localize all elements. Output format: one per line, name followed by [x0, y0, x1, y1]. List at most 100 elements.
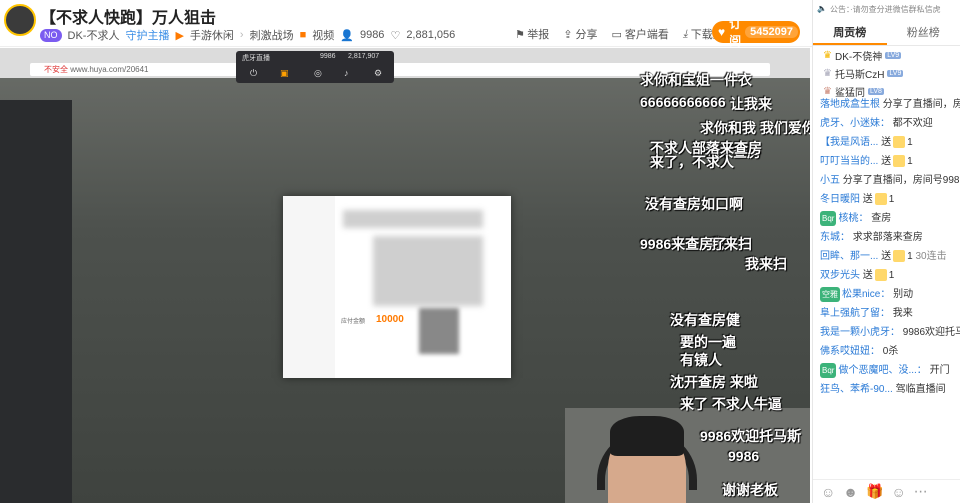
- danmaku-comment: 有镜人: [680, 352, 722, 368]
- heart-icon: ♥: [718, 25, 726, 39]
- streamer-hair: [610, 416, 684, 456]
- chat-text: 送: [878, 137, 892, 148]
- chat-text: 分享了直播间，房间号9986，: [842, 175, 960, 186]
- chat-user[interactable]: 我是一颗小虎牙：: [820, 327, 900, 338]
- stat-fans: 2,881,056: [406, 29, 456, 41]
- face-icon[interactable]: ☺: [891, 484, 905, 500]
- more-icon[interactable]: ⋯: [914, 483, 928, 500]
- gift-icon: [893, 250, 906, 263]
- rank-row[interactable]: ♛ 托马斯CzH LV9: [813, 64, 960, 82]
- chat-user[interactable]: 阜上强航了留：: [820, 308, 890, 319]
- chat-user[interactable]: 东城：: [820, 232, 850, 243]
- chat-user[interactable]: 狂鸟、苯希-90...: [820, 384, 893, 395]
- chat-user[interactable]: 虎牙、小迷妹：: [820, 118, 890, 129]
- emoji-icon[interactable]: ☺: [821, 484, 835, 500]
- category-link[interactable]: 手游休闲: [190, 27, 234, 43]
- chat-message: 落地成盒生根 分享了直播间，房间主播: [813, 95, 960, 114]
- danmaku-comment: 我来扫: [745, 256, 787, 272]
- subscribe-label: 订阅: [729, 17, 742, 48]
- notice-text: 公告：·请勿查分进微信群私信虎: [829, 5, 941, 14]
- chat-text: 0杀: [880, 346, 899, 357]
- danmaku-comment: 没有查房健: [670, 312, 740, 328]
- subscribe-count: 5452097: [745, 26, 798, 38]
- crown-icon: ♛: [823, 49, 832, 61]
- rank-list: ♛ DK-不侥神 LV9 ♛ 托马斯CzH LV9 ♛ 鲨猛同 LV8: [813, 46, 960, 100]
- users-icon: 👤: [340, 29, 354, 42]
- streamer-avatar[interactable]: [4, 4, 36, 36]
- share-button[interactable]: ⇪ 分享: [563, 26, 597, 42]
- sticker-icon[interactable]: ☻: [843, 484, 858, 500]
- chat-message: 【我是风语... 送 1: [813, 133, 960, 152]
- level-badge: NO: [40, 28, 62, 42]
- chat-message: Bqr 做个恶魔吧、没...： 开门: [813, 361, 960, 380]
- gift-icon: [893, 155, 906, 168]
- chat-user[interactable]: 冬日暖阳: [820, 194, 860, 205]
- download-icon: ⤓: [682, 27, 688, 40]
- gift-icon: [874, 269, 887, 282]
- chat-user[interactable]: 核桃：: [838, 213, 868, 224]
- guard-link[interactable]: 守护主播: [125, 27, 169, 43]
- blurred-qrcode: [419, 308, 459, 354]
- chat-user[interactable]: 【我是风语...: [820, 137, 878, 148]
- chat-message: 东城： 求求部落来查房: [813, 228, 960, 247]
- window-icon: ▣: [280, 68, 289, 78]
- rank-tabs: 周贡榜 粉丝榜: [813, 20, 960, 46]
- chat-user[interactable]: 叮叮当当的...: [820, 156, 878, 167]
- chat-message: 双步光头 送 1: [813, 266, 960, 285]
- notice-bar: 🔈 公告：·请勿查分进微信群私信虎: [813, 0, 960, 20]
- danmaku-comment: 来了 不求人牛逼: [680, 396, 782, 412]
- chat-user[interactable]: 松果nice：: [842, 289, 890, 300]
- danmaku-comment: 谢谢老板: [722, 482, 778, 498]
- streamer-name[interactable]: DK-不求人: [68, 27, 120, 43]
- danmaku-comment: 9986: [728, 448, 760, 464]
- subscribe-button[interactable]: ♥ 订阅 5452097: [712, 17, 800, 48]
- danmaku-comment: 求你和我: [700, 120, 756, 136]
- toolbar-stat1: 9986: [320, 53, 336, 60]
- chat-text: 别动: [890, 289, 914, 300]
- blurred-region: [343, 210, 483, 228]
- flag-icon: ⚑: [516, 28, 525, 41]
- rank-level-badge: LV9: [885, 51, 902, 59]
- combo-count: 30连击: [912, 251, 947, 262]
- chat-text: 查房: [868, 213, 892, 224]
- video-player[interactable]: 不安全 www.huya.com/20641 虎牙直播 9986 2,817,9…: [0, 48, 810, 503]
- rank-name: DK-不侥神: [834, 51, 883, 63]
- toolbar-stat2: 2,817,907: [348, 53, 380, 60]
- chat-user[interactable]: 落地成盒生根: [820, 99, 880, 110]
- video-link[interactable]: 视频: [312, 27, 334, 43]
- gift-icon[interactable]: 🎁: [866, 483, 883, 500]
- chevron-right-icon: ›: [239, 29, 244, 41]
- sub-category-link[interactable]: 刺激战场: [250, 27, 294, 43]
- client-button[interactable]: ▭ 客户端看: [611, 26, 668, 42]
- chat-message: 小五 分享了直播间，房间号9986，: [813, 171, 960, 190]
- tab-fans[interactable]: 粉丝榜: [887, 20, 960, 45]
- gear-icon: ⚙: [374, 68, 383, 78]
- tab-week[interactable]: 周贡榜: [813, 20, 887, 45]
- danmaku-comment: 9986欢迎托马斯: [700, 428, 802, 444]
- rank-row[interactable]: ♛ DK-不侥神 LV9: [813, 46, 960, 64]
- power-icon: ⏻: [250, 68, 258, 78]
- stat-viewers: 9986: [359, 29, 385, 41]
- chat-text: 求求部落来查房: [850, 232, 923, 243]
- danmaku-comment: 要的一遍: [680, 334, 736, 350]
- chat-text: 送: [878, 156, 892, 167]
- chat-text: 分享了直播间，房间主播: [882, 99, 960, 110]
- chat-user[interactable]: 佛系哎妞妞：: [820, 346, 880, 357]
- chat-input-bar: ☺ ☻ 🎁 ☺ ⋯: [813, 479, 960, 503]
- captured-payment-dialog: 应付金额 10000: [283, 196, 511, 378]
- rank-level-badge: LV8: [867, 87, 884, 95]
- danmaku-comment: 我们爱你: [760, 120, 810, 136]
- chat-message: 空雅 松果nice： 别动: [813, 285, 960, 304]
- chat-message: 叮叮当当的... 送 1: [813, 152, 960, 171]
- report-button[interactable]: ⚑ 举报: [516, 26, 549, 42]
- chat-message: 冬日暖阳 送 1: [813, 190, 960, 209]
- gift-icon: [893, 136, 906, 149]
- share-icon: ⇪: [563, 28, 573, 41]
- chat-user[interactable]: 做个恶魔吧、没...：: [838, 365, 926, 376]
- chat-user[interactable]: 回眸、那一...: [820, 251, 878, 262]
- rank-level-badge: LV9: [887, 69, 904, 77]
- chat-user[interactable]: 小五: [820, 175, 840, 186]
- chat-user[interactable]: 双步光头: [820, 270, 860, 281]
- gift-count: 1: [888, 270, 895, 281]
- chat-text: 我来: [890, 308, 913, 319]
